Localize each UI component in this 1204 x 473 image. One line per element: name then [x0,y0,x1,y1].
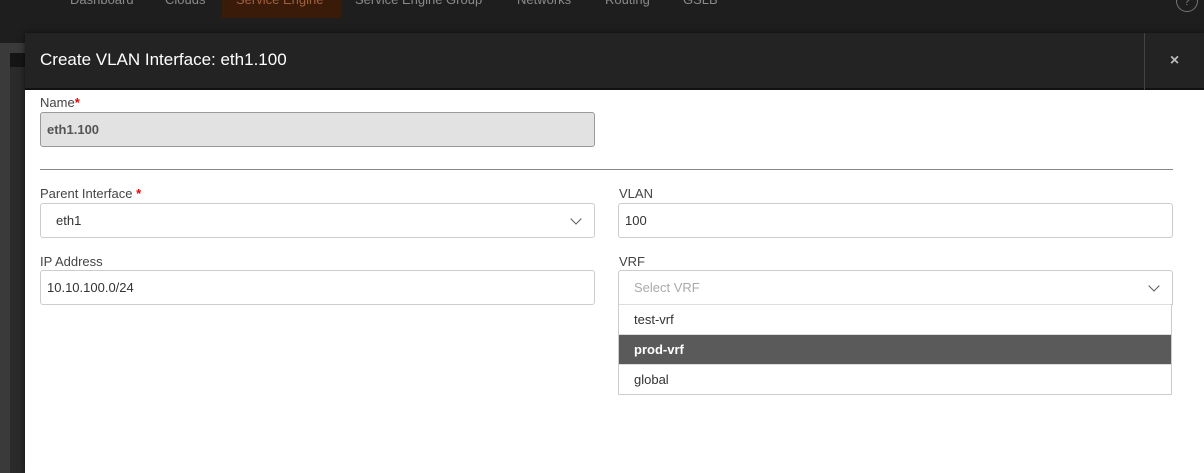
parent-interface-value: eth1 [56,213,82,228]
ip-address-label: IP Address [40,254,103,269]
nav-tab-gslb[interactable]: GSLB [669,0,732,18]
required-marker: * [74,95,80,110]
parent-interface-label: Parent Interface * [40,186,141,201]
vlan-label: VLAN [619,186,653,201]
parent-interface-select[interactable]: eth1 [40,203,595,238]
vrf-dropdown: test-vrf prod-vrf global [618,304,1172,395]
vrf-option-global[interactable]: global [619,364,1171,394]
vrf-option-prod-vrf[interactable]: prod-vrf [619,334,1171,364]
close-button[interactable]: × [1144,33,1204,90]
modal-header: Create VLAN Interface: eth1.100 × [25,33,1204,90]
create-vlan-modal: Create VLAN Interface: eth1.100 × Name* … [25,33,1204,473]
modal-title: Create VLAN Interface: eth1.100 [40,50,287,69]
vrf-placeholder: Select VRF [634,280,700,295]
parent-interface-label-text: Parent Interface [40,186,133,201]
name-label-text: Name [40,95,75,110]
ip-address-field[interactable]: 10.10.100.0/24 [40,270,595,305]
nav-tab-networks[interactable]: Networks [503,0,585,18]
nav-tab-clouds[interactable]: Clouds [151,0,219,18]
vrf-label: VRF [619,254,645,269]
required-marker: * [136,186,142,201]
nav-tab-service-engine[interactable]: Service Engine [222,0,341,18]
nav-tab-routing[interactable]: Routing [591,0,664,18]
vlan-field[interactable]: 100 [618,203,1173,238]
name-field[interactable]: eth1.100 [40,112,595,147]
help-icon[interactable]: ? [1176,0,1198,12]
divider [40,169,1173,170]
nav-tab-service-engine-group[interactable]: Service Engine Group [341,0,496,18]
chevron-down-icon [570,213,582,225]
name-label: Name* [40,95,80,110]
vrf-option-test-vrf[interactable]: test-vrf [619,304,1171,334]
chevron-down-icon [1148,280,1160,292]
vrf-select[interactable]: Select VRF [618,270,1173,305]
nav-tab-dashboard[interactable]: Dashboard [56,0,148,18]
